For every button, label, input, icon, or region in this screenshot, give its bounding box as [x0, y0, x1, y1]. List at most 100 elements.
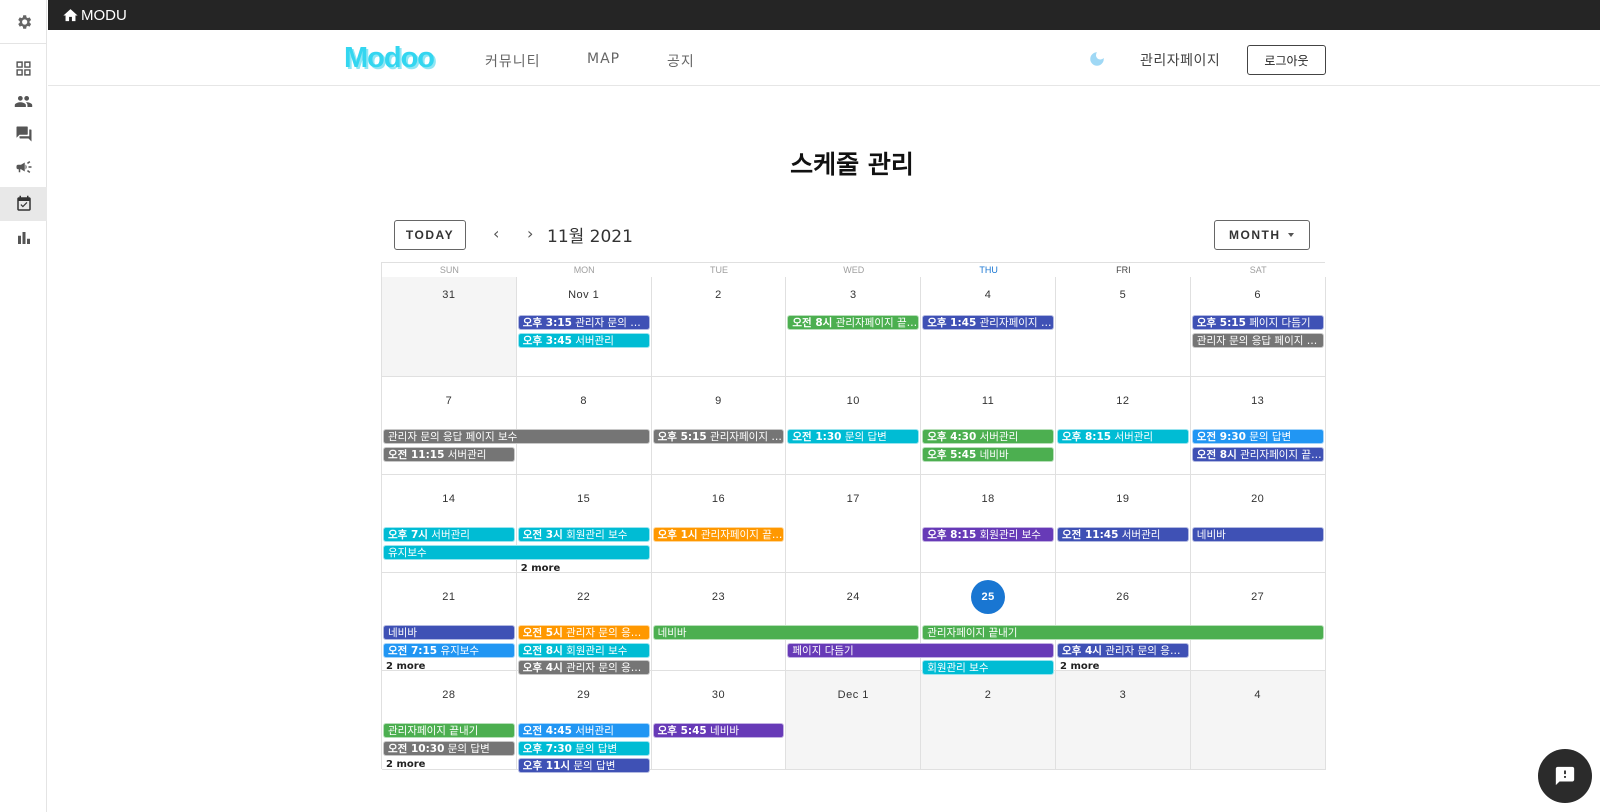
- calendar-event[interactable]: 오전 11:45 서버관리: [1057, 527, 1189, 542]
- nav-community-link[interactable]: 커뮤니티: [485, 51, 541, 71]
- admin-page-link[interactable]: 관리자페이지: [1140, 50, 1220, 70]
- calendar-day-cell[interactable]: 23: [651, 573, 787, 671]
- calendar-day-cell[interactable]: 16: [651, 475, 787, 573]
- day-number[interactable]: 12: [1116, 395, 1129, 407]
- prev-month-chevron-icon[interactable]: ‹: [493, 224, 499, 243]
- calendar-event[interactable]: 오전 8시 관리자페이지 끝내기: [1191, 446, 1324, 462]
- day-number[interactable]: 7: [446, 395, 453, 407]
- home-icon[interactable]: [62, 7, 79, 24]
- calendar-day-cell[interactable]: 30: [651, 671, 787, 770]
- calendar-event[interactable]: 오전 8시 관리자페이지 끝내기: [787, 315, 920, 330]
- calendar-day-cell[interactable]: Dec 1: [786, 671, 922, 770]
- day-number[interactable]: 9: [715, 395, 722, 407]
- calendar-day-cell[interactable]: 5: [1056, 277, 1191, 377]
- calendar-event[interactable]: 오후 5:45 네비바: [922, 446, 1054, 462]
- dark-mode-moon-icon[interactable]: [1088, 50, 1106, 72]
- calendar-day-cell[interactable]: 20: [1190, 475, 1326, 573]
- calendar-event[interactable]: 오전 8시 회원관리 보수: [517, 642, 650, 658]
- calendar-event[interactable]: 오전 5시 관리자 문의 응답 페이지 보수: [517, 625, 650, 640]
- calendar-event[interactable]: 오후 5:15 관리자페이지 끝내기: [652, 429, 785, 444]
- calendar-day-cell[interactable]: 10: [786, 377, 922, 475]
- nav-notice-link[interactable]: 공지: [667, 51, 695, 71]
- calendar-event[interactable]: 오후 8:15 회원관리 보수: [922, 527, 1054, 542]
- day-number[interactable]: 20: [1251, 493, 1264, 505]
- next-month-chevron-icon[interactable]: ›: [527, 224, 533, 243]
- calendar-check-icon[interactable]: [0, 187, 47, 221]
- day-number[interactable]: Nov 1: [568, 289, 599, 301]
- calendar-event[interactable]: 오전 1:30 문의 답변: [787, 429, 920, 444]
- chat-fab-button[interactable]: [1538, 749, 1592, 803]
- calendar-event[interactable]: 오전 4:45 서버관리: [517, 723, 650, 738]
- day-number[interactable]: 3: [1120, 689, 1127, 701]
- day-number[interactable]: 21: [442, 591, 455, 603]
- calendar-event[interactable]: 회원관리 보수: [922, 660, 1054, 675]
- day-number[interactable]: 8: [580, 395, 587, 407]
- day-number[interactable]: 3: [850, 289, 857, 301]
- day-number[interactable]: 15: [577, 493, 590, 505]
- calendar-event[interactable]: 관리자페이지 끝내기: [922, 625, 1324, 640]
- calendar-event[interactable]: 오후 7:30 문의 답변: [517, 740, 650, 756]
- day-number[interactable]: 22: [577, 591, 590, 603]
- calendar-day-cell[interactable]: 18: [921, 475, 1056, 573]
- calendar-event[interactable]: 페이지 다듬기: [787, 642, 1054, 658]
- calendar-event[interactable]: 유지보수: [383, 544, 650, 560]
- calendar-day-cell[interactable]: 9: [651, 377, 787, 475]
- logo[interactable]: Modoo: [344, 42, 435, 75]
- calendar-event[interactable]: 오후 3:15 관리자 문의 응답 페이지 보수: [517, 315, 650, 330]
- day-number[interactable]: 19: [1116, 493, 1129, 505]
- calendar-day-cell[interactable]: 4: [1190, 671, 1326, 770]
- day-number[interactable]: 31: [442, 289, 455, 301]
- calendar-day-cell[interactable]: 27: [1190, 573, 1326, 671]
- calendar-event[interactable]: 오전 7:15 유지보수: [383, 642, 515, 658]
- calendar-event[interactable]: 오후 5:15 페이지 다듬기: [1191, 315, 1324, 330]
- day-number[interactable]: 4: [985, 289, 992, 301]
- calendar-event[interactable]: 오전 9:30 문의 답변: [1191, 429, 1324, 444]
- calendar-day-cell[interactable]: 3: [1056, 671, 1191, 770]
- calendar-day-cell[interactable]: 2: [921, 671, 1056, 770]
- calendar-day-cell[interactable]: 8: [516, 377, 652, 475]
- calendar-event[interactable]: 오후 4:30 서버관리: [922, 429, 1054, 444]
- nav-map-link[interactable]: MAP: [587, 51, 620, 67]
- calendar-event[interactable]: 오후 4시 관리자 문의 응답 페이지 보수: [517, 660, 650, 675]
- day-number[interactable]: 26: [1116, 591, 1129, 603]
- calendar-event[interactable]: 오후 1시 관리자페이지 끝내기: [652, 527, 785, 542]
- calendar-event[interactable]: 관리자페이지 끝내기: [383, 723, 515, 738]
- day-number[interactable]: 11: [982, 395, 994, 407]
- day-number[interactable]: Dec 1: [838, 689, 869, 701]
- calendar-event[interactable]: 네비바: [1191, 527, 1324, 542]
- day-number[interactable]: 29: [577, 689, 590, 701]
- day-number[interactable]: 18: [981, 493, 994, 505]
- more-events-link[interactable]: 2 more: [386, 759, 425, 770]
- more-events-link[interactable]: 2 more: [386, 661, 425, 672]
- more-events-link[interactable]: 2 more: [521, 563, 560, 574]
- day-number[interactable]: 13: [1251, 395, 1264, 407]
- logout-button[interactable]: 로그아웃: [1247, 45, 1326, 75]
- calendar-day-cell[interactable]: 2: [651, 277, 787, 377]
- more-events-link[interactable]: 2 more: [1060, 661, 1099, 672]
- users-icon[interactable]: [0, 84, 47, 118]
- calendar-day-cell[interactable]: 12: [1056, 377, 1191, 475]
- day-number[interactable]: 28: [442, 689, 455, 701]
- calendar-event[interactable]: 오후 5:45 네비바: [652, 723, 785, 738]
- day-number[interactable]: 17: [847, 493, 860, 505]
- day-number[interactable]: 4: [1254, 689, 1261, 701]
- today-button[interactable]: TODAY: [394, 220, 466, 250]
- day-number[interactable]: 23: [712, 591, 725, 603]
- calendar-event[interactable]: 오후 1:45 관리자페이지 끝내기: [922, 315, 1054, 330]
- calendar-event[interactable]: 오후 4시 관리자 문의 응답 페이지 보수: [1057, 642, 1189, 658]
- dashboard-icon[interactable]: [0, 51, 47, 85]
- day-number[interactable]: 2: [985, 689, 992, 701]
- calendar-event[interactable]: 관리자 문의 응답 페이지 보수: [1191, 332, 1324, 348]
- view-type-select[interactable]: MONTH: [1214, 220, 1310, 250]
- calendar-day-cell[interactable]: 17: [786, 475, 922, 573]
- day-number[interactable]: 6: [1254, 289, 1261, 301]
- day-number[interactable]: 27: [1251, 591, 1264, 603]
- calendar-event[interactable]: 네비바: [383, 625, 515, 640]
- day-number[interactable]: 16: [712, 493, 725, 505]
- calendar-event[interactable]: 오후 8:15 서버관리: [1057, 429, 1189, 444]
- day-number[interactable]: 30: [712, 689, 725, 701]
- calendar-event[interactable]: 오후 7시 서버관리: [383, 527, 515, 542]
- calendar-event[interactable]: 오전 3시 회원관리 보수: [517, 527, 650, 542]
- day-number[interactable]: 10: [847, 395, 860, 407]
- calendar-event[interactable]: 오후 11시 문의 답변: [517, 758, 650, 773]
